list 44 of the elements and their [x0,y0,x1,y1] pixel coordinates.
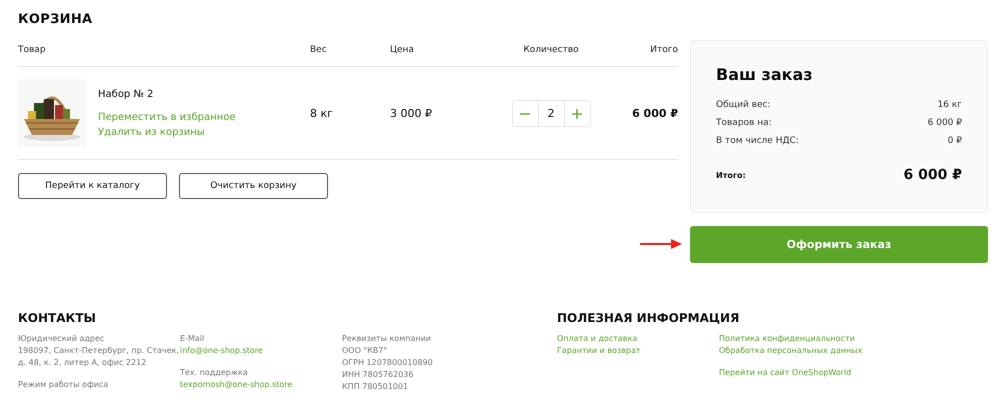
product-action-link[interactable]: Переместить в избранное [98,112,236,122]
product-action-link[interactable]: Удалить из корзины [98,126,236,138]
outline-button[interactable]: Перейти к каталогу [18,173,167,199]
footer-link[interactable]: Обработка персональных данных [719,345,881,357]
footer-text: ООО "КВ7" [342,345,388,357]
summary-title: Ваш заказ [716,65,814,84]
outline-button[interactable]: Очистить корзину [179,173,328,199]
total-cell: 6 000 ₽ [632,106,678,120]
summary-value: 0 ₽ [948,136,962,146]
cart-title: КОРЗИНА [18,12,94,29]
footer-text: ОГРН 1207800010890 [342,357,434,369]
product-name: Набор № 2 [98,88,154,100]
summary-value: 16 кг [938,100,962,110]
price-cell: 3 000 ₽ [390,106,432,120]
column-header: Товар [18,45,46,55]
footer-label: Юридический адрес [18,333,106,345]
summary-label: В том числе НДС: [716,136,799,146]
summary-total-value: 6 000 ₽ [904,167,962,183]
footer-label: Реквизиты компании [342,333,432,345]
footer-link[interactable]: info@one-shop.store [180,345,342,357]
footer-label: Тех. поддержка [180,367,249,379]
column-header: Цена [390,45,414,55]
summary-label: Товаров на: [716,118,772,128]
footer-label: E-Mail [180,333,206,345]
footer-link[interactable]: Политика конфиденциальности [719,333,881,345]
footer-label: Режим работы офиса [18,379,110,391]
weight-cell: 8 кг [310,106,333,120]
summary-total-label: Итого: [716,170,746,180]
summary-value: 6 000 ₽ [928,118,962,128]
footer-text: 198097, Санкт-Петербург, пр. Стачек, д. 48, к. 2, литер А, офис 2212 [18,345,180,369]
footer-link[interactable]: Перейти на сайт OneShopWorld [719,367,881,379]
footer-link[interactable]: Гарантии и возврат [557,345,719,357]
section-title: КОНТАКТЫ [18,311,97,327]
footer-text: ИНН 7805762036 [342,369,414,381]
arrow-icon [640,239,682,249]
column-header: Вес [310,45,327,55]
column-header: Количество [523,45,579,55]
column-header: Итого [650,45,678,55]
footer-link[interactable]: Оплата и доставка [557,333,719,345]
checkout-button[interactable]: Оформить заказ [690,226,988,263]
section-title: ПОЛЕЗНАЯ ИНФОРМАЦИЯ [557,311,740,327]
summary-label: Общий вес: [716,100,770,110]
footer-link[interactable]: texpomosh@one-shop.store [180,379,342,391]
footer-text: КПП 780501001 [342,381,410,393]
